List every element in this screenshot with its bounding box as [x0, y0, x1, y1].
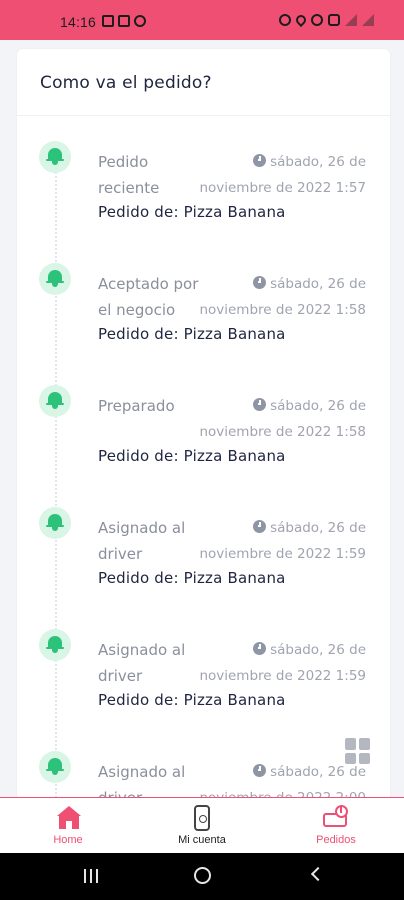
do-not-disturb-icon	[134, 15, 146, 27]
bell-icon-badge	[39, 507, 71, 539]
order-tracking-card: Como va el pedido? Pedido reciente sábad…	[17, 49, 390, 809]
nav-orders[interactable]: Pedidos	[291, 798, 381, 854]
bottom-nav: Home Mi cuenta Pedidos	[0, 797, 404, 853]
clock-icon	[253, 154, 267, 167]
orders-icon	[323, 805, 349, 829]
nav-home[interactable]: Home	[23, 798, 113, 854]
event-time: sábado, 26 de noviembre de 2022 1:57	[181, 149, 366, 201]
timeline-event: Asignado al driver sábado, 26 de noviemb…	[17, 507, 390, 617]
clock-icon	[253, 520, 267, 533]
clock-icon	[253, 398, 267, 411]
bell-icon-badge	[39, 751, 71, 783]
system-nav-bar	[0, 853, 404, 900]
location-icon	[293, 12, 309, 28]
status-bar: 14:16	[0, 0, 404, 40]
recents-icon[interactable]	[84, 869, 98, 883]
home-icon	[57, 806, 81, 830]
event-order: Pedido de: Pizza Banana	[98, 691, 286, 709]
bell-icon-badge	[39, 263, 71, 295]
event-order: Pedido de: Pizza Banana	[98, 569, 286, 587]
nav-home-label: Home	[53, 834, 83, 846]
grid-icon[interactable]	[345, 738, 371, 764]
message-icon	[118, 15, 130, 27]
bell-icon	[46, 514, 64, 531]
bell-icon-badge	[39, 385, 71, 417]
clock-icon	[253, 764, 267, 777]
status-time: 14:16	[60, 14, 97, 30]
bell-icon-badge	[39, 629, 71, 661]
wifi-icon	[311, 14, 323, 26]
event-time-text: sábado, 26 de noviembre de 2022 1:57	[199, 154, 366, 196]
status-system-icons	[279, 12, 374, 28]
event-time: sábado, 26 de noviembre de 2022 1:59	[181, 515, 366, 567]
data-icon	[328, 14, 340, 26]
event-order: Pedido de: Pizza Banana	[98, 325, 286, 343]
event-order: Pedido de: Pizza Banana	[98, 447, 286, 465]
nav-orders-label: Pedidos	[316, 834, 356, 846]
timeline-event: Asignado al driver sábado, 26 de noviemb…	[17, 629, 390, 739]
bell-icon	[46, 148, 64, 165]
event-time-text: sábado, 26 de noviembre de 2022 1:58	[199, 276, 366, 318]
alarm-icon	[279, 14, 291, 26]
bell-icon	[46, 758, 64, 775]
bell-icon	[46, 636, 64, 653]
event-time-text: sábado, 26 de noviembre de 2022 1:59	[199, 520, 366, 562]
event-time: sábado, 26 de noviembre de 2022 1:58	[181, 393, 366, 445]
event-time: sábado, 26 de noviembre de 2022 1:59	[181, 637, 366, 689]
timeline-event: Preparado sábado, 26 de noviembre de 202…	[17, 385, 390, 495]
bell-icon	[46, 270, 64, 287]
clock-icon	[253, 276, 267, 289]
card-title: Como va el pedido?	[40, 73, 212, 93]
phone-icon	[194, 805, 210, 831]
gallery-icon	[102, 15, 114, 27]
battery-icon	[362, 14, 374, 26]
event-time-text: sábado, 26 de noviembre de 2022 1:58	[199, 398, 366, 440]
back-icon[interactable]	[310, 866, 326, 882]
timeline-event: Aceptado por el negocio sábado, 26 de no…	[17, 263, 390, 373]
bell-icon	[46, 392, 64, 409]
timeline-event: Pedido reciente sábado, 26 de noviembre …	[17, 141, 390, 251]
divider	[17, 115, 390, 116]
home-circle-icon[interactable]	[194, 867, 211, 884]
bell-icon-badge	[39, 141, 71, 173]
clock-icon	[253, 642, 267, 655]
nav-account[interactable]: Mi cuenta	[157, 798, 247, 854]
event-order: Pedido de: Pizza Banana	[98, 203, 286, 221]
event-time: sábado, 26 de noviembre de 2022 1:58	[181, 271, 366, 323]
event-time-text: sábado, 26 de noviembre de 2022 1:59	[199, 642, 366, 684]
status-notification-icons	[102, 15, 146, 27]
signal-icon	[345, 14, 357, 26]
nav-account-label: Mi cuenta	[178, 834, 226, 846]
